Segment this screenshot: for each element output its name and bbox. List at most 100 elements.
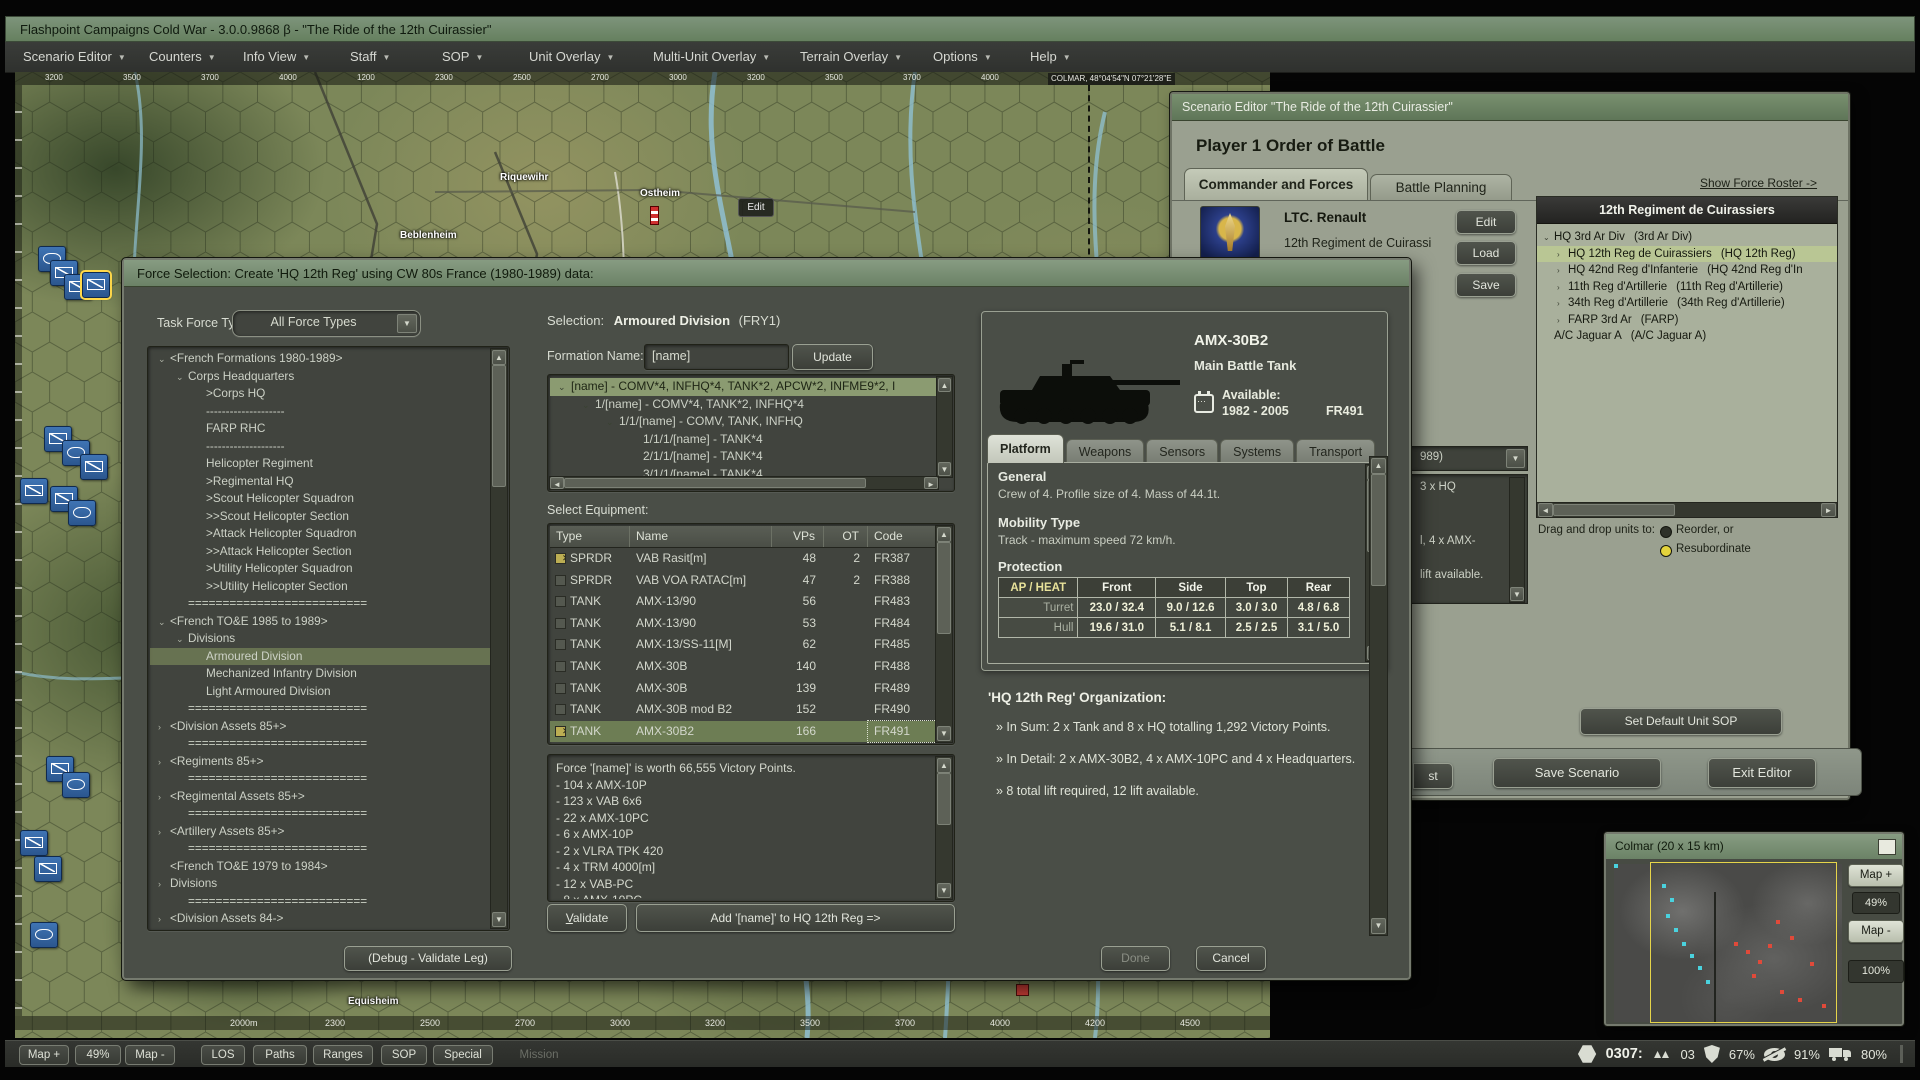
tree-item[interactable]: >Scout Helicopter Squadron [150, 490, 491, 508]
tree-item[interactable]: <French TO&E 1979 to 1984> [150, 858, 491, 876]
statusbar-button-los[interactable]: LOS [201, 1045, 245, 1065]
tree-item[interactable]: ⌄Corps Headquarters [150, 368, 491, 386]
radio-reorder[interactable] [1660, 526, 1672, 538]
unit-counter[interactable] [34, 856, 62, 882]
tree-closed-icon[interactable]: › [158, 824, 170, 842]
tree-closed-icon[interactable]: › [158, 911, 170, 928]
scroll-up-icon[interactable]: ▲ [1371, 458, 1386, 474]
tree-item[interactable]: ========================== [150, 840, 491, 858]
equipment-row[interactable]: ✕SPRDRVAB Rasit[m]482FR387 [550, 548, 936, 570]
menu-item-multi-unit-overlay[interactable]: Multi-Unit Overlay▼ [653, 42, 770, 72]
equipment-table[interactable]: TypeNameVPsOTCode ✕SPRDRVAB Rasit[m]482F… [547, 523, 955, 745]
tree-chevron-icon[interactable]: › [1557, 296, 1568, 312]
tree-item[interactable]: >>Attack Helicopter Section [150, 543, 491, 561]
tree-item[interactable]: ⌄Divisions [150, 630, 491, 648]
unit-counter[interactable] [30, 922, 58, 948]
menu-item-info-view[interactable]: Info View▼ [243, 42, 310, 72]
equipment-checkbox[interactable] [555, 661, 566, 672]
radio-resubordinate[interactable] [1660, 545, 1672, 557]
scroll-down-icon[interactable]: ▼ [937, 726, 951, 741]
tree-item[interactable]: Light Armoured Division [150, 683, 491, 701]
oob-summary-scrollbar[interactable]: ▼ [1509, 477, 1525, 603]
statusbar-button-map-[interactable]: Map + [19, 1045, 69, 1065]
menu-item-counters[interactable]: Counters▼ [149, 42, 216, 72]
formation-name-input[interactable]: [name] [644, 344, 789, 370]
dropdown-arrow-icon[interactable]: ▼ [1506, 449, 1525, 468]
commander-edit-button[interactable]: Edit [1456, 210, 1516, 234]
tree-closed-icon[interactable]: › [158, 754, 170, 772]
scroll-down-icon[interactable]: ▼ [938, 462, 951, 476]
tree-item[interactable]: ›<Regiments 85+> [150, 753, 491, 771]
scroll-down-icon[interactable]: ▼ [1510, 587, 1524, 601]
tree-closed-icon[interactable]: › [158, 876, 170, 894]
tree-closed-icon[interactable]: › [158, 789, 170, 807]
equipment-row[interactable]: TANKAMX-30B139FR489 [550, 678, 936, 700]
tree-item[interactable]: ›<Artillery Assets 85+> [150, 823, 491, 841]
unit-counter[interactable] [80, 454, 108, 480]
column-header[interactable]: Type [550, 526, 630, 547]
statusbar-button-map-[interactable]: Map - [125, 1045, 175, 1065]
tree-item[interactable]: -------------------- [150, 403, 491, 421]
commander-save-button[interactable]: Save [1456, 273, 1516, 297]
scroll-left-icon[interactable]: ◄ [1538, 503, 1553, 517]
equipment-checkbox[interactable] [555, 596, 566, 607]
tree-item[interactable]: 2/1/1/[name] - TANK*4 [550, 448, 937, 466]
formation-library-tree[interactable]: ⌄<French Formations 1980-1989>⌄Corps Hea… [147, 346, 510, 931]
equipment-checkbox[interactable] [555, 639, 566, 650]
tree-chevron-icon[interactable]: › [1557, 263, 1568, 279]
add-to-hq-button[interactable]: Add '[name]' to HQ 12th Reg => [636, 904, 955, 932]
tree-chevron-icon[interactable]: › [1557, 247, 1568, 263]
scrollbar-thumb[interactable] [1553, 504, 1675, 516]
debug-validate-leg-button[interactable]: (Debug - Validate Leg) [344, 946, 512, 971]
statusbar-button-paths[interactable]: Paths [253, 1045, 307, 1065]
tree-open-icon[interactable]: ⌄ [158, 351, 170, 369]
scroll-up-icon[interactable]: ▲ [492, 350, 506, 365]
scroll-right-icon[interactable]: ► [924, 477, 938, 489]
scrollbar-thumb[interactable] [1371, 474, 1386, 586]
tree-open-icon[interactable]: ⌄ [582, 397, 595, 415]
partial-button[interactable]: st [1413, 763, 1453, 789]
scrollbar-thumb[interactable] [492, 365, 506, 487]
formation-structure-tree[interactable]: ⌄[name] - COMV*4, INFHQ*4, TANK*2, APCW*… [547, 374, 955, 492]
statusbar-button-special[interactable]: Special [433, 1045, 493, 1065]
tree-item[interactable]: ========================== [150, 700, 491, 718]
equipment-table-scrollbar[interactable]: ▲ ▼ [935, 525, 953, 743]
tree-item[interactable]: 1/1/1/[name] - TANK*4 [550, 431, 937, 449]
tree-item[interactable]: >Attack Helicopter Squadron [150, 525, 491, 543]
show-force-roster-link[interactable]: Show Force Roster -> [1700, 176, 1817, 190]
tree-open-icon[interactable]: ⌄ [558, 379, 571, 397]
menu-item-sop[interactable]: SOP▼ [442, 42, 483, 72]
unit-counter[interactable] [20, 478, 48, 504]
roster-item[interactable]: ›11th Reg d'Artillerie(11th Reg d'Artill… [1537, 279, 1837, 296]
roster-item[interactable]: ⌄HQ 3rd Ar Div(3rd Ar Div) [1537, 229, 1837, 246]
equipment-row[interactable]: TANKAMX-30B140FR488 [550, 656, 936, 678]
tree-item[interactable]: ⌄[name] - COMV*4, INFHQ*4, TANK*2, APCW*… [550, 378, 937, 396]
minimap-map-minus-button[interactable]: Map - [1848, 920, 1904, 943]
tree-item[interactable]: ========================== [150, 805, 491, 823]
library-tree-scrollbar[interactable]: ▲ ▼ [490, 348, 508, 929]
tree-open-icon[interactable]: ⌄ [158, 614, 170, 632]
equipment-checkbox[interactable] [555, 575, 566, 586]
menu-item-help[interactable]: Help▼ [1030, 42, 1071, 72]
scroll-up-icon[interactable]: ▲ [937, 758, 951, 773]
minimap-view-rect[interactable] [1650, 862, 1837, 1023]
tree-open-icon[interactable]: ⌄ [176, 369, 188, 387]
tree-item[interactable]: ›<Regimental Assets 85+> [150, 788, 491, 806]
tree-item[interactable]: ›<Division Assets 85+> [150, 718, 491, 736]
roster-item[interactable]: ›HQ 42nd Reg d'Infanterie(HQ 42nd Reg d'… [1537, 262, 1837, 279]
roster-item[interactable]: ›34th Reg d'Artillerie(34th Reg d'Artill… [1537, 295, 1837, 312]
save-scenario-button[interactable]: Save Scenario [1493, 758, 1661, 788]
column-header[interactable]: Code [868, 526, 936, 547]
column-header[interactable]: Name [630, 526, 772, 547]
map-edit-chip[interactable]: Edit [738, 198, 774, 217]
exit-editor-button[interactable]: Exit Editor [1708, 758, 1816, 788]
statusbar-button-ranges[interactable]: Ranges [313, 1045, 373, 1065]
tree-item[interactable]: >Utility Helicopter Squadron [150, 560, 491, 578]
dropdown-arrow-icon[interactable]: ▼ [397, 314, 417, 333]
tree-item[interactable]: -------------------- [150, 438, 491, 456]
equipment-checkbox[interactable] [555, 704, 566, 715]
tree-item[interactable]: FARP RHC [150, 420, 491, 438]
column-header[interactable]: OT [824, 526, 868, 547]
tree-item[interactable]: Armoured Division [150, 648, 491, 666]
unit-counter[interactable] [82, 272, 110, 298]
